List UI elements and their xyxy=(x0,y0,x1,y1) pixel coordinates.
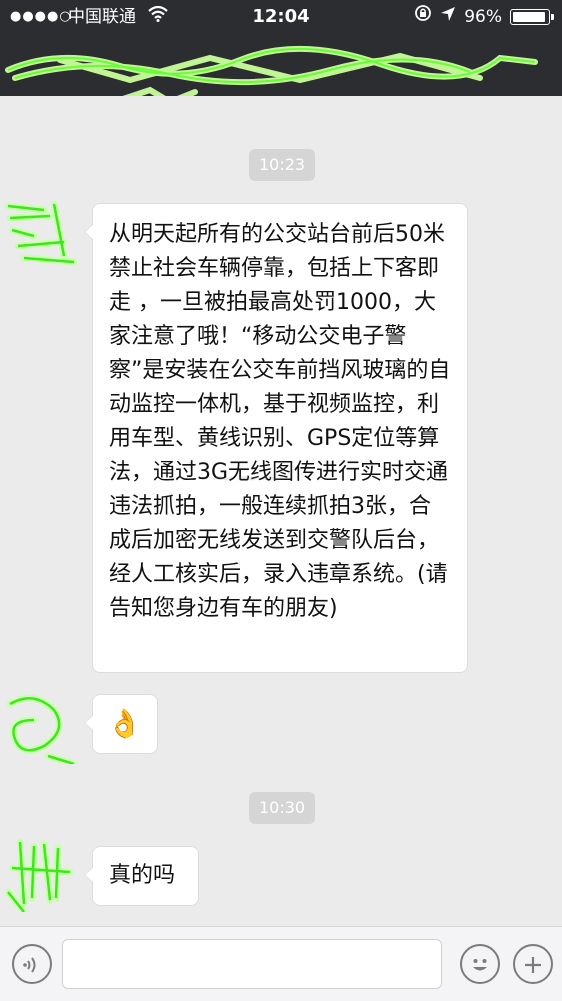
voice-input-button[interactable] xyxy=(12,944,52,984)
chat-input-bar xyxy=(0,926,562,1001)
message-bubble[interactable]: 👌 xyxy=(84,694,158,754)
timestamp-badge: 10:30 xyxy=(249,792,316,824)
status-right: 96% xyxy=(414,0,554,34)
top-bar: ●●●●○ 中国联通 12:04 96% xyxy=(0,0,562,96)
more-button[interactable] xyxy=(513,944,553,984)
contact-avatar[interactable] xyxy=(4,690,78,764)
location-arrow-icon xyxy=(440,0,456,34)
rotation-lock-icon xyxy=(414,0,432,34)
ok-hand-emoji: 👌 xyxy=(107,707,142,740)
plus-icon xyxy=(522,954,544,973)
message-input[interactable] xyxy=(62,939,442,989)
message-text: 真的吗 xyxy=(109,863,176,888)
contact-avatar[interactable] xyxy=(4,196,78,270)
voice-icon xyxy=(22,954,42,973)
battery-percent: 96% xyxy=(464,7,502,27)
status-bar: ●●●●○ 中国联通 12:04 96% xyxy=(0,0,562,34)
timestamp-badge: 10:23 xyxy=(249,149,316,181)
contact-avatar[interactable] xyxy=(4,838,78,912)
message-bubble[interactable]: 真的吗 xyxy=(84,846,199,906)
smiley-icon xyxy=(466,954,494,973)
emoji-button[interactable] xyxy=(460,944,500,984)
message-bubble[interactable]: 从明天起所有的公交站台前后50米禁止社会车辆停靠，包括上下客即走 ，一旦被拍最高… xyxy=(84,203,468,673)
message-text: 从明天起所有的公交站台前后50米禁止社会车辆停靠，包括上下客即走 ，一旦被拍最高… xyxy=(109,222,451,621)
battery-icon xyxy=(510,9,554,25)
